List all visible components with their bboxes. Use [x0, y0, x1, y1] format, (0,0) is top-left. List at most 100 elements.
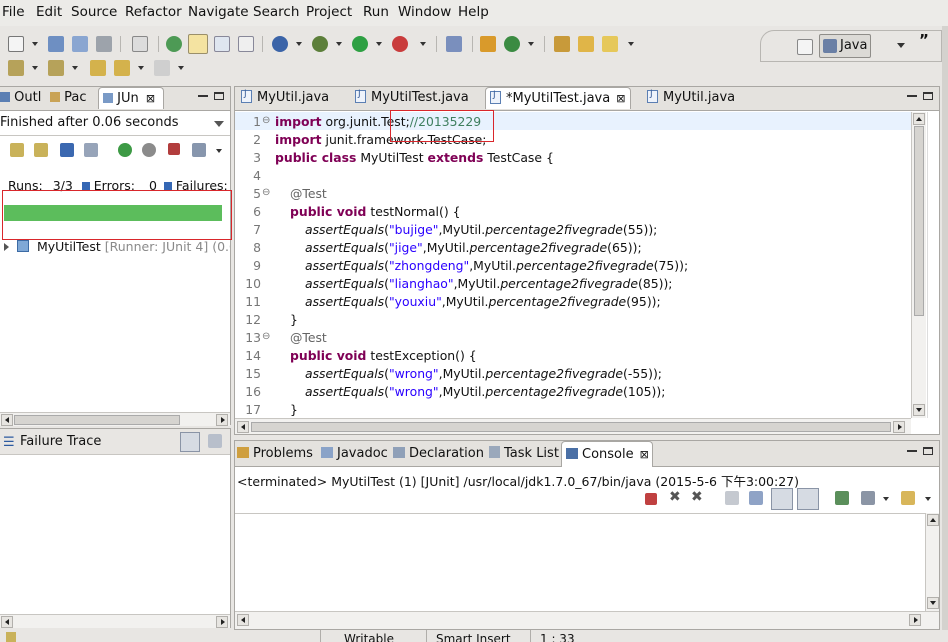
- tab-myutiltest-java[interactable]: MyUtilTest.java: [355, 87, 485, 109]
- tab-javadoc[interactable]: Javadoc: [321, 441, 389, 463]
- clear-console-icon[interactable]: [725, 491, 739, 505]
- scrollbar-thumb[interactable]: [251, 422, 891, 432]
- perspective-dropdown-icon[interactable]: [897, 43, 905, 48]
- trace-horizontal-scrollbar[interactable]: [0, 614, 230, 628]
- scroll-right-icon[interactable]: [216, 414, 228, 426]
- editor-horizontal-scrollbar[interactable]: [235, 418, 911, 434]
- scroll-right-icon[interactable]: [909, 614, 921, 626]
- junit-horizontal-scrollbar[interactable]: [0, 412, 230, 426]
- print-icon[interactable]: [96, 36, 112, 52]
- tab-task-list[interactable]: Task List: [489, 441, 559, 463]
- console-horizontal-scrollbar[interactable]: [235, 611, 939, 629]
- compare-result-icon[interactable]: [208, 434, 222, 448]
- menu-project[interactable]: Project: [306, 4, 352, 20]
- debug-icon[interactable]: [312, 36, 328, 52]
- console-vertical-scrollbar[interactable]: [925, 513, 939, 611]
- at-icon[interactable]: [272, 36, 288, 52]
- back-icon[interactable]: [114, 60, 130, 76]
- show-failures-only-icon[interactable]: [60, 143, 74, 157]
- console-output[interactable]: [235, 513, 925, 611]
- history-dropdown-icon[interactable]: [216, 149, 222, 153]
- scroll-up-icon[interactable]: [913, 113, 925, 125]
- more-perspectives-icon[interactable]: ”: [919, 31, 929, 49]
- fold-collapse-icon[interactable]: ⊖: [262, 331, 270, 342]
- pin-icon[interactable]: [446, 36, 462, 52]
- wand-dropdown-icon[interactable]: [628, 42, 634, 46]
- block-selection-icon[interactable]: [214, 36, 230, 52]
- minimize-icon[interactable]: [907, 92, 917, 97]
- expand-arrow-icon[interactable]: [4, 243, 9, 251]
- open-type-icon[interactable]: [554, 36, 570, 52]
- open-console-icon[interactable]: [901, 491, 915, 505]
- debug-dropdown-icon[interactable]: [336, 42, 342, 46]
- new-dropdown-icon[interactable]: [32, 42, 38, 46]
- last-edit-icon[interactable]: [90, 60, 106, 76]
- tab-junit[interactable]: JUn ⊠: [98, 87, 164, 109]
- fold-collapse-icon[interactable]: ⊖: [262, 115, 270, 126]
- scroll-left-icon[interactable]: [1, 616, 13, 628]
- pin-console-icon[interactable]: [835, 491, 849, 505]
- maximize-icon[interactable]: [923, 92, 933, 100]
- scroll-right-icon[interactable]: [893, 421, 905, 433]
- mark-occurrences-icon[interactable]: [188, 34, 208, 54]
- tab-console[interactable]: Console ⊠: [561, 441, 653, 467]
- scrollbar-thumb[interactable]: [914, 126, 924, 316]
- forward-dropdown-icon[interactable]: [178, 66, 184, 70]
- scroll-left-icon[interactable]: [237, 614, 249, 626]
- minimize-icon[interactable]: [198, 92, 208, 97]
- tab-outline[interactable]: Outl: [0, 87, 46, 109]
- scrollbar-thumb[interactable]: [14, 415, 180, 425]
- menu-run[interactable]: Run: [363, 4, 389, 20]
- scroll-up-icon[interactable]: [927, 514, 939, 526]
- fold-collapse-icon[interactable]: ⊖: [262, 187, 270, 198]
- rerun-test-icon[interactable]: [118, 143, 132, 157]
- search-next-icon[interactable]: [166, 36, 182, 52]
- minimize-icon[interactable]: [907, 447, 917, 452]
- menu-refactor[interactable]: Refactor: [125, 4, 182, 20]
- menu-edit[interactable]: Edit: [36, 4, 62, 20]
- new-class-icon[interactable]: [504, 36, 520, 52]
- forward-icon[interactable]: [154, 60, 170, 76]
- scroll-right-icon[interactable]: [216, 616, 228, 628]
- filter-stack-trace-icon[interactable]: [180, 432, 200, 452]
- editor-vertical-scrollbar[interactable]: [911, 112, 926, 418]
- scroll-left-icon[interactable]: [1, 414, 13, 426]
- next-annotation-icon[interactable]: [8, 60, 24, 76]
- back-dropdown-icon[interactable]: [138, 66, 144, 70]
- stop-icon[interactable]: [168, 143, 180, 155]
- save-all-icon[interactable]: [72, 36, 88, 52]
- next-failure-icon[interactable]: [10, 143, 24, 157]
- menu-file[interactable]: File: [2, 4, 25, 20]
- menu-help[interactable]: Help: [458, 4, 489, 20]
- scroll-lock-icon[interactable]: [84, 143, 98, 157]
- close-icon[interactable]: ⊠: [146, 92, 155, 105]
- show-whitespace-icon[interactable]: [238, 36, 254, 52]
- menu-window[interactable]: Window: [398, 4, 451, 20]
- tab-myutil-java-2[interactable]: MyUtil.java: [647, 87, 757, 109]
- next-annotation-dropdown-icon[interactable]: [32, 66, 38, 70]
- scroll-down-icon[interactable]: [913, 404, 925, 416]
- run-dropdown-icon[interactable]: [376, 42, 382, 46]
- open-folder-icon[interactable]: [578, 36, 594, 52]
- external-tools-dropdown-icon[interactable]: [420, 42, 426, 46]
- code-editor[interactable]: 1 2 3 4 5 6 7 8 9 10 11 12 13 14 15 16 1…: [235, 112, 911, 418]
- menu-search[interactable]: Search: [253, 4, 299, 20]
- java-perspective-button[interactable]: Java: [819, 34, 871, 58]
- external-tools-icon[interactable]: [392, 36, 408, 52]
- menu-source[interactable]: Source: [71, 4, 117, 20]
- tab-declaration[interactable]: Declaration: [393, 441, 485, 463]
- display-console-dropdown-icon[interactable]: [883, 497, 889, 501]
- test-tree-item[interactable]: MyUtilTest [Runner: JUnit 4] (0.0C: [0, 239, 230, 257]
- close-icon[interactable]: ⊠: [640, 448, 649, 461]
- at-dropdown-icon[interactable]: [296, 42, 302, 46]
- wand-icon[interactable]: [602, 36, 618, 52]
- run-icon[interactable]: [352, 36, 368, 52]
- new-icon[interactable]: [8, 36, 24, 52]
- open-perspective-icon[interactable]: [797, 39, 813, 55]
- tab-myutil-java[interactable]: MyUtil.java: [241, 87, 351, 109]
- show-on-stdout-icon[interactable]: [771, 488, 793, 510]
- view-menu-icon[interactable]: [214, 121, 224, 127]
- scroll-lock-icon[interactable]: [749, 491, 763, 505]
- prev-annotation-dropdown-icon[interactable]: [72, 66, 78, 70]
- new-class-dropdown-icon[interactable]: [528, 42, 534, 46]
